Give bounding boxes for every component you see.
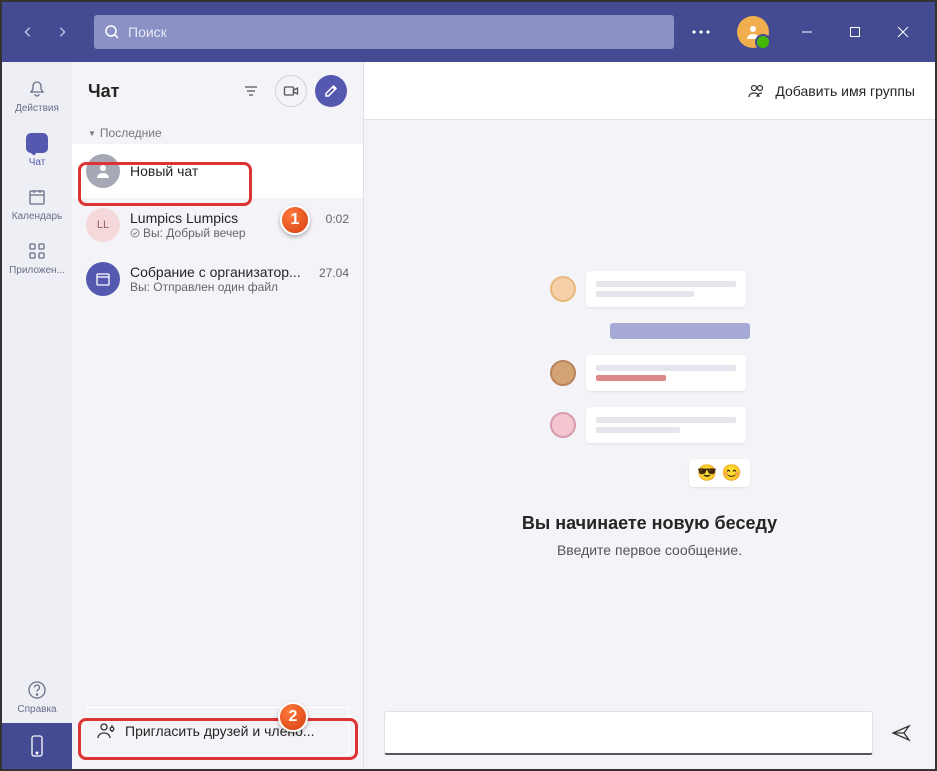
rail-label: Чат [29,157,46,168]
illustration: 😎 😊 [550,271,750,487]
rail-calendar[interactable]: Календарь [3,176,71,230]
chat-list-panel: Чат ▼ Последние Новый чат LL Lumpics Lum… [72,62,364,769]
search-placeholder: Поиск [128,24,167,40]
mobile-icon [29,735,45,757]
annotation-badge: 2 [278,702,308,732]
left-rail: Действия Чат Календарь Приложен... Справ… [2,62,72,769]
calendar-avatar-icon [86,262,120,296]
rail-mobile-button[interactable] [2,723,72,769]
search-input[interactable]: Поиск [94,15,674,49]
conversation-header: Добавить имя группы [364,62,935,120]
chat-list-header: Чат [72,62,363,120]
profile-avatar[interactable] [737,16,769,48]
meet-button[interactable] [275,75,307,107]
rail-label: Действия [15,103,59,114]
rail-activity[interactable]: Действия [3,68,71,122]
video-icon [283,83,299,99]
empty-heading: Вы начинаете новую беседу [522,513,777,534]
compose-icon [323,83,339,99]
section-recent[interactable]: ▼ Последние [72,120,363,144]
calendar-icon [25,185,49,209]
add-group-name-button[interactable]: Добавить имя группы [747,83,915,99]
rail-label: Календарь [12,211,62,222]
titlebar-right [681,12,925,52]
chat-preview-text: Вы: Отправлен один файл [130,280,349,294]
send-icon [891,723,911,743]
chat-name: Lumpics Lumpics [130,210,238,226]
titlebar: Поиск [2,2,935,62]
message-input[interactable] [384,711,873,755]
rail-label: Приложен... [9,265,65,276]
chat-item[interactable]: Собрание с организатор... 27.04 Вы: Отпр… [72,252,363,306]
group-icon [747,83,767,99]
annotation-badge: 1 [280,205,310,235]
new-chat-button[interactable] [315,75,347,107]
person-icon [86,154,120,188]
chat-time: 27.04 [319,266,349,280]
main-area: Добавить имя группы 😎 😊 Вы начинаете нов… [364,62,935,769]
compose-area [384,711,915,755]
chevron-down-icon: ▼ [88,129,96,138]
maximize-button[interactable] [833,12,877,52]
chat-icon [25,131,49,155]
filter-icon [243,83,259,99]
send-button[interactable] [887,719,915,747]
invite-button[interactable]: Пригласить друзей и члено... [86,707,349,755]
forward-button[interactable] [46,16,78,48]
nav-arrows [12,16,78,48]
empty-subtext: Введите первое сообщение. [557,542,742,558]
rail-chat[interactable]: Чат [3,122,71,176]
invite-icon [97,722,117,740]
filter-button[interactable] [235,75,267,107]
close-button[interactable] [881,12,925,52]
chat-list-title: Чат [88,81,227,102]
rail-help[interactable]: Справка [3,669,71,723]
empty-state: 😎 😊 Вы начинаете новую беседу Введите пе… [364,120,935,769]
chat-name: Собрание с организатор... [130,264,301,280]
rail-label: Справка [17,704,56,715]
help-icon [25,678,49,702]
add-group-label: Добавить имя группы [775,83,915,99]
sent-icon [130,228,140,238]
apps-icon [25,239,49,263]
more-button[interactable] [681,12,721,52]
avatar: LL [86,208,120,242]
chat-preview-text: Вы: Добрый вечер [143,226,246,240]
section-label-text: Последние [100,126,162,140]
chat-item[interactable]: LL Lumpics Lumpics 0:02 Вы: Добрый вечер [72,198,363,252]
person-icon [745,24,761,40]
chat-time: 0:02 [326,212,349,226]
minimize-button[interactable] [785,12,829,52]
chat-name: Новый чат [130,163,198,179]
back-button[interactable] [12,16,44,48]
search-icon [104,24,120,40]
bell-icon [25,77,49,101]
chat-item-new[interactable]: Новый чат [72,144,363,198]
rail-apps[interactable]: Приложен... [3,230,71,284]
